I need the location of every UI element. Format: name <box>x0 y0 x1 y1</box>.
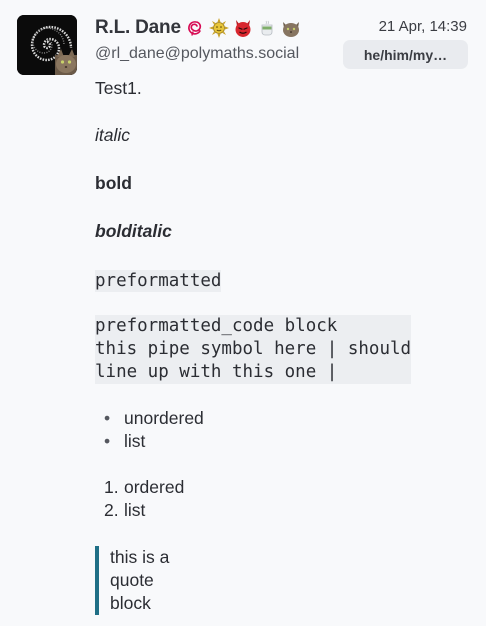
sun-face-icon <box>208 18 229 38</box>
quote-line: block <box>110 593 151 613</box>
paragraph-preformatted: preformatted <box>95 269 222 293</box>
devil-face-icon <box>233 18 253 38</box>
author-name-row[interactable]: R.L. Dane <box>95 14 301 42</box>
debian-swirl-icon <box>185 18 205 38</box>
author-handle[interactable]: @rl_dane@polymaths.social <box>95 45 299 63</box>
post-timestamp[interactable]: 21 Apr, 14:39 <box>379 18 467 35</box>
list-item: list <box>95 430 204 453</box>
list-item: 1. ordered <box>95 476 184 499</box>
pronouns-badge[interactable]: he/him/my… <box>343 40 468 69</box>
cat-face-icon <box>281 18 301 38</box>
display-name[interactable]: R.L. Dane <box>95 17 181 39</box>
ordered-list: 1. ordered 2. list <box>95 476 184 522</box>
quote-block: this is a quote block <box>95 546 169 615</box>
spiral-avatar-icon[interactable] <box>17 15 77 75</box>
quote-line: quote <box>110 570 154 590</box>
paragraph-italic: italic <box>95 125 131 145</box>
paragraph-bolditalic: bolditalic <box>95 221 172 241</box>
paragraph-bold: bold <box>95 173 132 193</box>
quote-line: this is a <box>110 547 170 567</box>
inline-code: preformatted <box>95 270 222 292</box>
tea-cup-icon <box>257 18 277 38</box>
list-item: 2. list <box>95 499 184 522</box>
list-number: 1. <box>104 477 119 497</box>
unordered-list: unordered list <box>95 407 204 453</box>
paragraph-test: Test1. <box>95 78 142 98</box>
list-item-text: list <box>124 500 146 520</box>
list-number: 2. <box>104 500 119 520</box>
post-card: R.L. Dane 21 Apr, 14:39 @rl_dane@polymat… <box>0 0 486 626</box>
code-block: preformatted_code block this pipe symbol… <box>95 315 412 384</box>
list-item-text: ordered <box>124 477 185 497</box>
list-item: unordered <box>95 407 204 430</box>
